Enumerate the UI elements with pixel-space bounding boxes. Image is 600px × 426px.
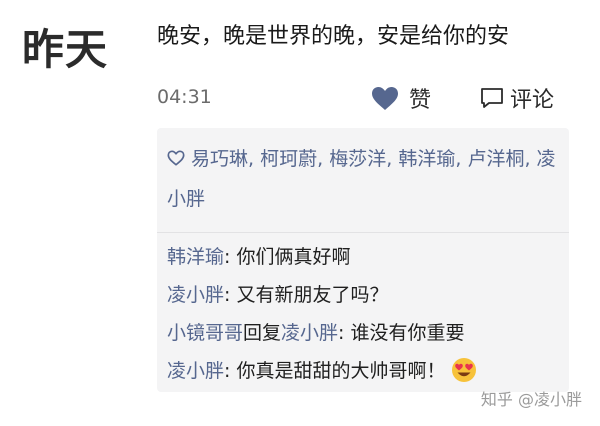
comment-separator: : [224, 246, 237, 268]
comments-list: 韩洋瑜: 你们俩真好啊 凌小胖: 又有新朋友了吗？ 小镜哥哥回复凌小胖: 谁没有… [167, 238, 567, 390]
post-meta-row: 04:31 赞 评论 [157, 82, 567, 114]
liker-name[interactable]: 柯珂蔚 [260, 148, 317, 170]
reply-to-name[interactable]: 凌小胖 [281, 322, 338, 344]
comment-separator: : [338, 322, 351, 344]
reply-word: 回复 [243, 322, 282, 344]
liker-name[interactable]: 易巧琳 [191, 148, 248, 170]
comment-text: 你真是甜甜的大帅哥啊！ [236, 360, 446, 382]
liker-name[interactable]: 韩洋瑜 [398, 148, 455, 170]
comment-item[interactable]: 韩洋瑜: 你们俩真好啊 [167, 238, 567, 276]
post-time: 04:31 [157, 86, 212, 108]
heart-eyes-emoji-icon [451, 357, 477, 396]
comment-item[interactable]: 凌小胖: 你真是甜甜的大帅哥啊！ [167, 352, 567, 390]
like-label: 赞 [409, 88, 432, 113]
liker-name[interactable]: 梅莎洋 [329, 148, 386, 170]
comment-author[interactable]: 凌小胖 [167, 284, 224, 306]
panel-divider [157, 232, 569, 233]
moments-post: 昨天 晚安，晚是世界的晚，安是给你的安 04:31 赞 评论 易巧琳, 柯珂蔚,… [0, 0, 600, 426]
heart-outline-icon [167, 141, 185, 180]
interaction-panel: 易巧琳, 柯珂蔚, 梅莎洋, 韩洋瑜, 卢洋桐, 凌小胖 韩洋瑜: 你们俩真好啊… [157, 128, 569, 392]
like-button[interactable]: 赞 [371, 82, 431, 114]
comment-author[interactable]: 韩洋瑜 [167, 246, 224, 268]
comment-author[interactable]: 小镜哥哥 [167, 322, 243, 344]
comment-text: 你们俩真好啊 [236, 246, 351, 268]
heart-icon [372, 86, 398, 110]
comment-separator: : [224, 360, 237, 382]
date-label: 昨天 [22, 25, 109, 74]
likes-separator: , [524, 148, 537, 170]
post-text: 晚安，晚是世界的晚，安是给你的安 [157, 24, 510, 49]
comment-text: 又有新朋友了吗？ [236, 284, 389, 306]
comment-button[interactable]: 评论 [480, 82, 554, 114]
likes-separator: , [386, 148, 399, 170]
comment-text: 谁没有你重要 [350, 322, 465, 344]
likes-separator: , [317, 148, 330, 170]
comment-label: 评论 [510, 88, 555, 113]
comment-item[interactable]: 凌小胖: 又有新朋友了吗？ [167, 276, 567, 314]
likes-separator: , [455, 148, 468, 170]
comment-author[interactable]: 凌小胖 [167, 360, 224, 382]
likes-separator: , [248, 148, 261, 170]
likes-list: 易巧琳, 柯珂蔚, 梅莎洋, 韩洋瑜, 卢洋桐, 凌小胖 [167, 140, 559, 219]
comment-item[interactable]: 小镜哥哥回复凌小胖: 谁没有你重要 [167, 314, 567, 352]
comment-separator: : [224, 284, 237, 306]
liker-name[interactable]: 卢洋桐 [467, 148, 524, 170]
comment-bubble-icon [481, 88, 503, 108]
watermark: 知乎 @凌小胖 [480, 390, 582, 409]
